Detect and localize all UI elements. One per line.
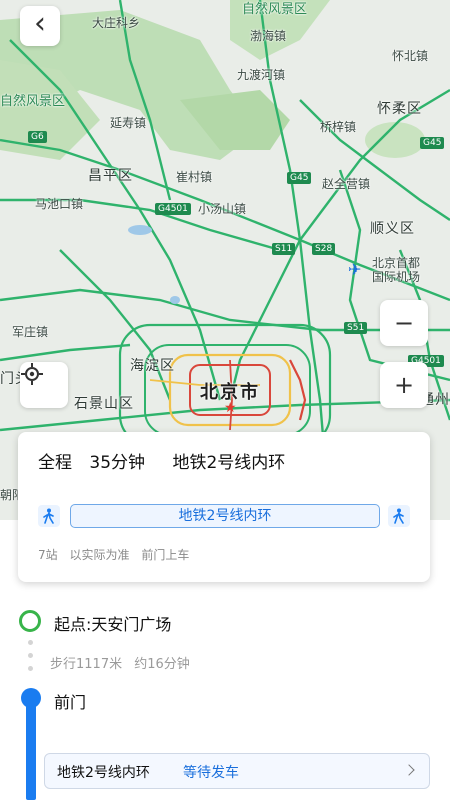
zoom-in-button[interactable]: + (380, 362, 428, 408)
map-label: 怀柔区 (377, 101, 422, 117)
map-label: 北京市 (200, 382, 260, 403)
total-label: 全程 (38, 453, 72, 473)
subway-line-name: 地铁2号线内环 (57, 765, 150, 781)
route-steps: 起点:天安门广场 步行1117米 约16分钟 前门 地铁2号线内环 等待发车 (0, 590, 450, 800)
road-shield: G6 (28, 131, 47, 143)
road-shield: G45 (287, 172, 312, 184)
back-button[interactable]: ‹ (20, 6, 60, 46)
map-label: 延寿镇 (110, 116, 147, 130)
boarding-info: 前门上车 (141, 548, 190, 562)
start-point-label: 起点:天安门广场 (54, 615, 172, 634)
locate-icon (21, 363, 43, 385)
route-details: 7站 以实际为准 前门上车 (38, 546, 197, 563)
subway-route-bar (26, 704, 36, 800)
map-label: 桥梓镇 (320, 120, 357, 134)
walk-time: 约16分钟 (134, 657, 190, 672)
road-shield: G4501 (155, 203, 191, 215)
route-summary-card[interactable]: 全程 35分钟 地铁2号线内环 地铁2号线内环 7站 以实际为准 前门上车 (18, 432, 430, 582)
route-summary: 全程 35分钟 地铁2号线内环 (38, 448, 297, 473)
chevron-right-icon (403, 764, 415, 776)
minus-icon: − (393, 309, 415, 337)
map-label: 北京首都 国际机场 (372, 256, 421, 284)
map-label: 顺义区 (370, 221, 415, 237)
line-summary: 地铁2号线内环 (172, 453, 286, 473)
stop-count: 7站 (38, 548, 58, 562)
map-label: 九渡河镇 (237, 68, 286, 82)
map-label: 大庄科乡 (92, 16, 141, 30)
map-label: 怀北镇 (392, 49, 429, 63)
map-label: 自然风景区 (0, 94, 66, 109)
station-name: 前门 (54, 693, 87, 712)
walk-icon (393, 508, 404, 524)
walk-segment (388, 505, 410, 527)
subway-line-row[interactable]: 地铁2号线内环 等待发车 (44, 753, 430, 789)
road-shield: G45 (420, 137, 445, 149)
map-label: 自然风景区 (242, 2, 308, 17)
map-label: 石景山区 (74, 396, 134, 412)
zoom-out-button[interactable]: − (380, 300, 428, 346)
map-label: 军庄镇 (12, 325, 49, 339)
walk-icon (43, 508, 54, 524)
walk-step-info: 步行1117米 约16分钟 (50, 653, 198, 672)
walk-segment (38, 505, 60, 527)
road-shield: S11 (272, 243, 296, 255)
map-label: 赵全营镇 (322, 177, 371, 191)
accuracy-note: 以实际为准 (69, 548, 130, 562)
departure-status: 等待发车 (183, 765, 239, 781)
map-label: 马池口镇 (35, 197, 84, 211)
road-shield: S51 (344, 322, 368, 334)
lake (170, 296, 180, 304)
plus-icon: + (393, 371, 415, 399)
map-label: 海淀区 (130, 358, 175, 374)
duration: 35分钟 (89, 453, 146, 473)
airport-icon: ✈ (348, 260, 361, 279)
map-label: 渤海镇 (250, 29, 287, 43)
station-icon (21, 688, 41, 708)
walk-dotted-line (28, 640, 34, 685)
back-arrow-icon: ‹ (34, 6, 46, 41)
subway-line-pill: 地铁2号线内环 (70, 504, 380, 528)
park-area (365, 122, 425, 158)
walk-distance: 步行1117米 (50, 657, 123, 672)
map-label: 昌平区 (88, 168, 133, 184)
reservoir (128, 225, 152, 235)
start-point-icon (19, 610, 41, 632)
map-label: 崔村镇 (176, 170, 213, 184)
road-shield: S28 (312, 243, 336, 255)
map-label: 小汤山镇 (198, 202, 247, 216)
locate-button[interactable] (20, 362, 68, 408)
